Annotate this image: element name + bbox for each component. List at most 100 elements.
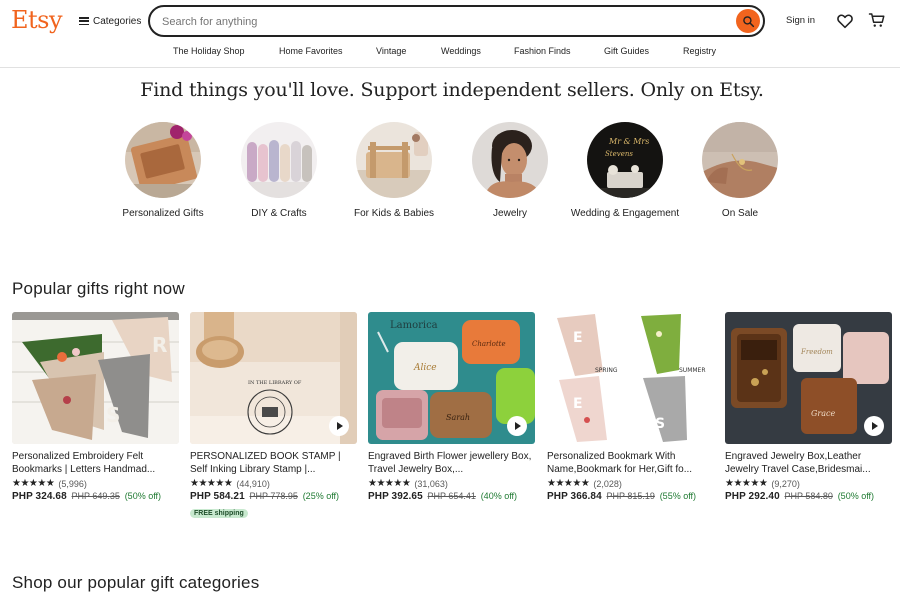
product-image: Freedom Grace <box>725 312 892 444</box>
category-label: On Sale <box>721 208 759 219</box>
discount: (25% off) <box>302 491 340 501</box>
product-image: Lamorica Alice Charlotte Sarah <box>368 312 535 444</box>
hero-tagline: Find things you'll love. Support indepen… <box>140 79 764 101</box>
personalized-gifts-image <box>125 122 201 198</box>
play-icon[interactable] <box>507 416 527 436</box>
wedding-engagement-image: Mr & Mrs Stevens <box>587 122 663 198</box>
box-brand-text: Lamorica <box>390 320 438 331</box>
product-image: R S <box>12 312 179 444</box>
site-header: Etsy Categories Sign in The Holiday Shop… <box>0 0 900 68</box>
category-for-kids-babies[interactable]: For Kids & Babies <box>339 122 449 220</box>
diy-crafts-image <box>241 122 317 198</box>
box-name-text: Charlotte <box>472 340 506 348</box>
product-card[interactable]: IN THE LIBRARY OF PERSONALIZED BOOK STAM… <box>190 312 357 520</box>
category-personalized-gifts[interactable]: Personalized Gifts <box>108 122 218 220</box>
svg-text:E: E <box>573 330 583 346</box>
etsy-logo[interactable]: Etsy <box>11 6 63 34</box>
box-name-text: Alice <box>413 363 437 373</box>
original-price: PHP 654.41 <box>427 491 476 501</box>
search-bar <box>148 5 765 37</box>
heart-icon[interactable] <box>836 12 854 30</box>
svg-text:S: S <box>106 403 120 427</box>
nav-home-favorites[interactable]: Home Favorites <box>279 46 343 56</box>
product-title: Personalized Embroidery Felt Bookmarks |… <box>12 451 156 475</box>
free-shipping-badge: FREE shipping <box>190 509 248 518</box>
original-price: PHP 815.19 <box>606 491 655 501</box>
bookmark-summer-text: SUMMER <box>679 367 706 374</box>
star-rating-icon: ★★★★★ <box>12 478 55 489</box>
bookmark-spring-text: SPRING <box>595 367 618 374</box>
search-button[interactable] <box>736 9 760 33</box>
product-rating: ★★★★★ (9,270) <box>725 478 892 489</box>
product-title: Engraved Birth Flower jewellery Box, Tra… <box>368 451 532 475</box>
svg-text:Stevens: Stevens <box>605 150 633 158</box>
price-row: PHP 324.68 PHP 649.35 (50% off) <box>12 491 179 502</box>
categories-label: Categories <box>93 15 142 27</box>
category-label: Wedding & Engagement <box>570 208 680 219</box>
category-label: Personalized Gifts <box>122 208 204 219</box>
nav-weddings[interactable]: Weddings <box>441 46 481 56</box>
product-title: PERSONALIZED BOOK STAMP | Self Inking Li… <box>190 451 341 475</box>
leather-name-text: Freedom <box>800 348 833 356</box>
product-image: E E S SPRING SUMMER <box>547 312 714 444</box>
sale-price: PHP 292.40 <box>725 491 780 502</box>
category-label: For Kids & Babies <box>353 208 435 219</box>
search-input[interactable] <box>162 13 722 30</box>
review-count: (31,063) <box>414 478 448 489</box>
product-card[interactable]: Lamorica Alice Charlotte Sarah Engraved … <box>368 312 535 502</box>
nav-gift-guides[interactable]: Gift Guides <box>604 46 649 56</box>
category-wedding-engagement[interactable]: Mr & Mrs Stevens Wedding & Engagement <box>570 122 680 220</box>
price-row: PHP 584.21 PHP 778.95 (25% off) <box>190 491 357 502</box>
leather-name-text: Grace <box>811 409 835 418</box>
category-jewelry[interactable]: Jewelry <box>455 122 565 220</box>
jewelry-image <box>472 122 548 198</box>
original-price: PHP 584.80 <box>784 491 833 501</box>
play-icon[interactable] <box>329 416 349 436</box>
original-price: PHP 649.35 <box>71 491 120 501</box>
discount: (40% off) <box>480 491 518 501</box>
svg-text:E: E <box>573 396 583 412</box>
product-image: IN THE LIBRARY OF <box>190 312 357 444</box>
cart-icon[interactable] <box>868 11 886 29</box>
star-rating-icon: ★★★★★ <box>725 478 768 489</box>
review-count: (2,028) <box>593 478 622 489</box>
discount: (50% off) <box>837 491 875 501</box>
review-count: (5,996) <box>58 478 87 489</box>
nav-vintage[interactable]: Vintage <box>376 46 406 56</box>
sale-price: PHP 324.68 <box>12 491 67 502</box>
product-card[interactable]: Freedom Grace Engraved Jewelry Box,Leath… <box>725 312 892 502</box>
svg-text:R: R <box>152 333 167 357</box>
svg-text:S: S <box>655 416 665 432</box>
category-label: DIY & Crafts <box>251 208 307 219</box>
sign-in-link[interactable]: Sign in <box>786 15 815 26</box>
product-card[interactable]: R S Personalized Embroidery Felt Bookmar… <box>12 312 179 502</box>
product-title: Personalized Bookmark With Name,Bookmark… <box>547 451 693 475</box>
category-diy-crafts[interactable]: DIY & Crafts <box>224 122 334 220</box>
menu-icon <box>79 17 89 25</box>
stamp-text: IN THE LIBRARY OF <box>248 380 302 386</box>
search-icon <box>742 15 754 27</box>
product-rating: ★★★★★ (31,063) <box>368 478 535 489</box>
product-title: Engraved Jewelry Box,Leather Jewelry Tra… <box>725 451 871 475</box>
sale-price: PHP 392.65 <box>368 491 423 502</box>
discount: (50% off) <box>124 491 162 501</box>
categories-button[interactable]: Categories <box>79 13 141 29</box>
play-icon[interactable] <box>864 416 884 436</box>
price-row: PHP 292.40 PHP 584.80 (50% off) <box>725 491 892 502</box>
nav-holiday-shop[interactable]: The Holiday Shop <box>173 46 245 56</box>
product-card[interactable]: E E S SPRING SUMMER Personalized Bookmar… <box>547 312 714 502</box>
original-price: PHP 778.95 <box>249 491 298 501</box>
nav-registry[interactable]: Registry <box>683 46 716 56</box>
star-rating-icon: ★★★★★ <box>190 478 233 489</box>
category-on-sale[interactable]: On Sale <box>685 122 795 220</box>
price-row: PHP 392.65 PHP 654.41 (40% off) <box>368 491 535 502</box>
product-rating: ★★★★★ (2,028) <box>547 478 714 489</box>
star-rating-icon: ★★★★★ <box>547 478 590 489</box>
popular-gifts-title: Popular gifts right now <box>12 279 185 298</box>
nav-fashion-finds[interactable]: Fashion Finds <box>514 46 571 56</box>
star-rating-icon: ★★★★★ <box>368 478 411 489</box>
svg-text:Mr & Mrs: Mr & Mrs <box>608 137 649 146</box>
discount: (55% off) <box>659 491 697 501</box>
product-rating: ★★★★★ (5,996) <box>12 478 179 489</box>
kids-babies-image <box>356 122 432 198</box>
